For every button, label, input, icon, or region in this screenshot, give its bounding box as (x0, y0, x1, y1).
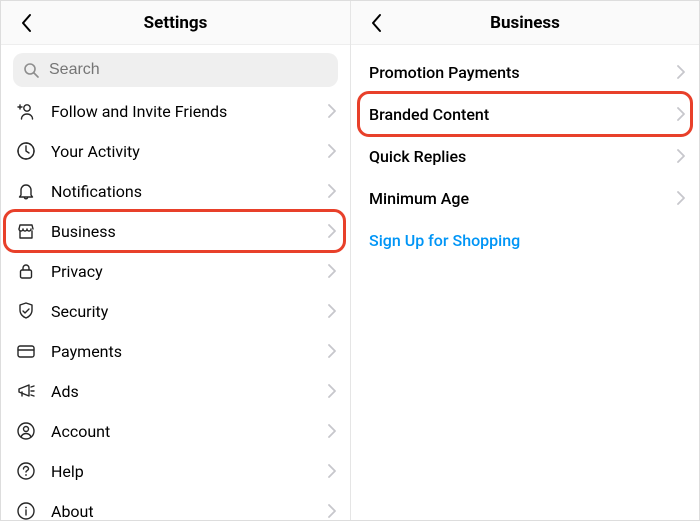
business-menu: Promotion Payments Branded Content Quick… (351, 45, 699, 261)
shield-check-icon (15, 300, 37, 322)
menu-item-label: Privacy (51, 262, 328, 281)
chevron-right-icon (328, 504, 336, 518)
menu-item-security[interactable]: Security (1, 291, 350, 331)
menu-item-label: About (51, 502, 328, 521)
menu-item-label: Security (51, 302, 328, 321)
bell-icon (15, 180, 37, 202)
search-container (1, 45, 350, 91)
menu-item-quick-replies[interactable]: Quick Replies (351, 135, 699, 177)
info-icon (15, 500, 37, 521)
chevron-left-icon (20, 12, 34, 34)
person-circle-icon (15, 420, 37, 442)
menu-item-label: Account (51, 422, 328, 441)
credit-card-icon (15, 340, 37, 362)
settings-header: Settings (1, 1, 350, 45)
menu-item-label: Your Activity (51, 142, 328, 161)
chevron-right-icon (677, 65, 685, 79)
chevron-right-icon (328, 184, 336, 198)
business-pane: Business Promotion Payments Branded Cont… (350, 1, 699, 521)
megaphone-icon (15, 380, 37, 402)
menu-item-minimum-age[interactable]: Minimum Age (351, 177, 699, 219)
screenshot-canvas: Settings (0, 0, 700, 521)
menu-item-label: Notifications (51, 182, 328, 201)
chevron-right-icon (328, 144, 336, 158)
settings-pane: Settings (1, 1, 350, 521)
link-sign-up-for-shopping[interactable]: Sign Up for Shopping (351, 219, 699, 261)
chevron-right-icon (328, 384, 336, 398)
chevron-right-icon (328, 104, 336, 118)
menu-item-branded-content[interactable]: Branded Content (351, 93, 699, 135)
menu-item-label: Ads (51, 382, 328, 401)
menu-item-follow-invite-friends[interactable]: Follow and Invite Friends (1, 91, 350, 131)
menu-item-notifications[interactable]: Notifications (1, 171, 350, 211)
storefront-icon (15, 220, 37, 242)
menu-item-label: Minimum Age (369, 189, 677, 208)
menu-item-promotion-payments[interactable]: Promotion Payments (351, 51, 699, 93)
link-label: Sign Up for Shopping (369, 231, 685, 250)
menu-item-payments[interactable]: Payments (1, 331, 350, 371)
business-title: Business (490, 13, 560, 33)
chevron-right-icon (677, 149, 685, 163)
search-input[interactable] (47, 60, 328, 80)
search-icon (23, 62, 39, 78)
settings-menu: Follow and Invite Friends Your Activity (1, 91, 350, 521)
chevron-left-icon (370, 12, 384, 34)
chevron-right-icon (328, 304, 336, 318)
chevron-right-icon (677, 107, 685, 121)
menu-item-label: Quick Replies (369, 147, 677, 166)
menu-item-business[interactable]: Business (1, 211, 350, 251)
menu-item-label: Promotion Payments (369, 63, 677, 82)
chevron-right-icon (328, 224, 336, 238)
menu-item-help[interactable]: Help (1, 451, 350, 491)
menu-item-label: Payments (51, 342, 328, 361)
menu-item-label: Follow and Invite Friends (51, 102, 328, 121)
menu-item-account[interactable]: Account (1, 411, 350, 451)
menu-item-label: Business (51, 222, 328, 241)
menu-item-label: Help (51, 462, 328, 481)
menu-item-privacy[interactable]: Privacy (1, 251, 350, 291)
back-button[interactable] (359, 1, 395, 45)
person-plus-icon (15, 100, 37, 122)
search-field[interactable] (13, 53, 338, 87)
chevron-right-icon (328, 344, 336, 358)
business-header: Business (351, 1, 699, 45)
help-icon (15, 460, 37, 482)
back-button[interactable] (9, 1, 45, 45)
lock-icon (15, 260, 37, 282)
menu-item-your-activity[interactable]: Your Activity (1, 131, 350, 171)
settings-title: Settings (144, 13, 208, 33)
chevron-right-icon (328, 424, 336, 438)
activity-clock-icon (15, 140, 37, 162)
menu-item-label: Branded Content (369, 105, 677, 124)
chevron-right-icon (328, 264, 336, 278)
menu-item-ads[interactable]: Ads (1, 371, 350, 411)
chevron-right-icon (328, 464, 336, 478)
chevron-right-icon (677, 191, 685, 205)
menu-item-about[interactable]: About (1, 491, 350, 521)
